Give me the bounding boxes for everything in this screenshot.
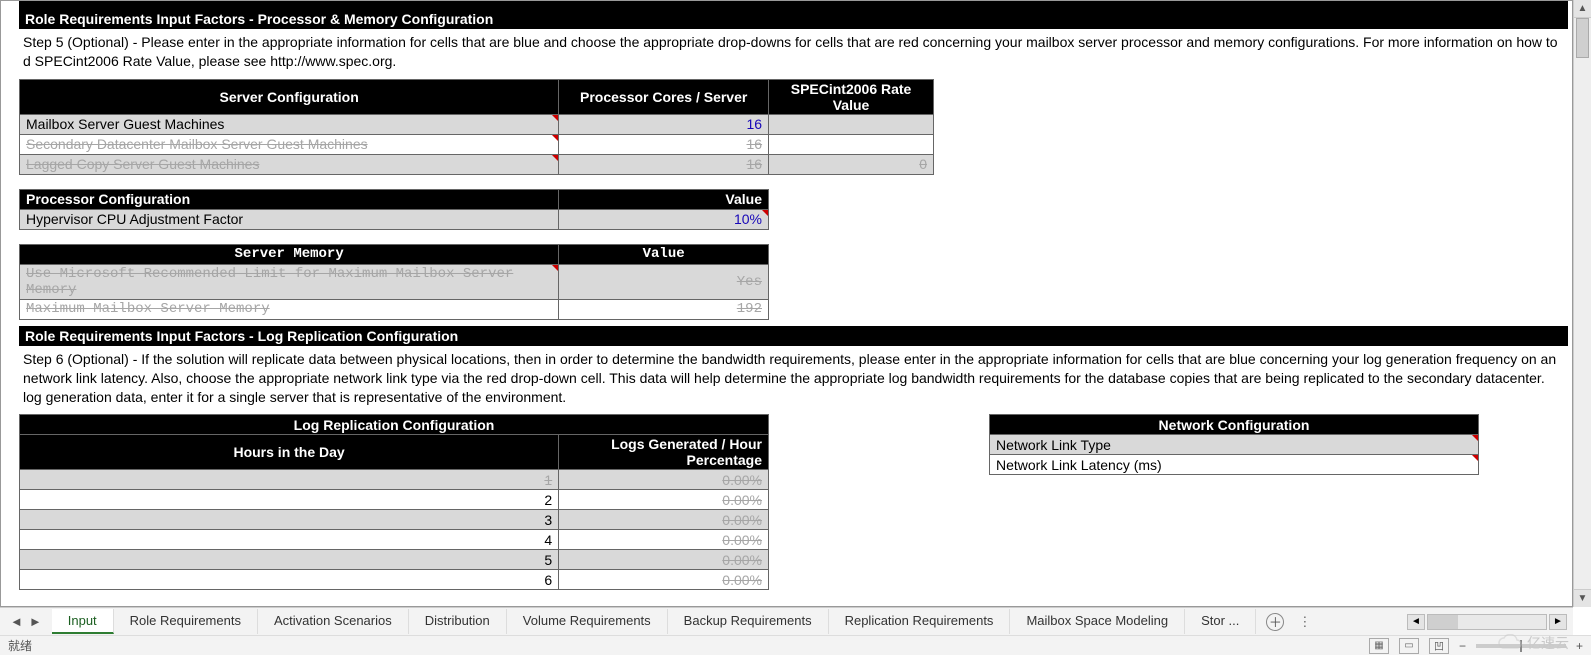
sheet-tab[interactable]: Distribution [409,609,507,634]
table-title: Log Replication Configuration [20,415,769,435]
sheet-tab[interactable]: Input [52,609,114,634]
cell-pct[interactable]: 0.00% [559,530,769,550]
hscroll-left-icon[interactable]: ◄ [1407,614,1425,630]
col-header: Logs Generated / Hour Percentage [559,435,769,470]
log-replication-table: Log Replication Configuration Hours in t… [19,414,769,590]
cell-label[interactable]: Maximum Mailbox Server Memory [20,299,559,319]
cell-value[interactable]: Yes [559,264,769,299]
cell-hour[interactable]: 5 [20,550,559,570]
section-header-log-repl: Role Requirements Input Factors - Log Re… [19,326,1568,346]
view-page-layout-icon[interactable]: ▭ [1399,638,1419,654]
tab-nav: ◄ ► [0,614,52,629]
hscroll-thumb[interactable] [1428,615,1458,629]
cell-cores[interactable]: 16 [559,134,769,154]
section-desc-log-repl: Step 6 (Optional) - If the solution will… [19,346,1568,415]
cell-hour[interactable]: 4 [20,530,559,550]
sheet-tab[interactable]: Activation Scenarios [258,609,409,634]
tab-overflow-icon[interactable]: ⋮ [1298,614,1313,630]
zoom-out-button[interactable]: − [1459,639,1466,653]
hscroll-right-icon[interactable]: ► [1549,614,1567,630]
cell-hour[interactable]: 1 [20,470,559,490]
cell-pct[interactable]: 0.00% [559,570,769,590]
cell-spec[interactable] [769,114,934,134]
sheet-tab[interactable]: Mailbox Space Modeling [1010,609,1185,634]
status-bar: 就绪 ▦ ▭ 凹 − + [0,635,1591,655]
cell-value[interactable]: 192 [559,299,769,319]
cell-spec[interactable]: 0 [769,154,934,174]
col-header: Processor Configuration [20,189,559,209]
section-header-proc-mem: Role Requirements Input Factors - Proces… [19,9,1568,29]
cell-hour[interactable]: 2 [20,490,559,510]
section-desc-proc-mem: Step 5 (Optional) - Please enter in the … [19,29,1568,79]
col-header: Value [559,189,769,209]
cell-label[interactable]: Use Microsoft Recommended Limit for Maxi… [20,264,559,299]
cell-pct[interactable]: 0.00% [559,550,769,570]
divider [19,1,1568,9]
sheet-tab[interactable]: Stor ... [1185,609,1256,634]
cell-label[interactable]: Secondary Datacenter Mailbox Server Gues… [20,134,559,154]
cell-cores[interactable]: 16 [559,114,769,134]
hscroll-track[interactable] [1427,614,1547,630]
cell-pct[interactable]: 0.00% [559,490,769,510]
zoom-in-button[interactable]: + [1576,639,1583,653]
worksheet-viewport: Role Requirements Input Factors - Proces… [0,0,1573,607]
cell-value[interactable]: 10% [559,209,769,229]
scroll-up-icon[interactable]: ▲ [1574,0,1591,18]
col-header: Server Configuration [20,79,559,114]
col-header: SPECint2006 Rate Value [769,79,934,114]
table-title: Network Configuration [990,415,1479,435]
sheet-tab[interactable]: Role Requirements [114,609,258,634]
zoom-slider[interactable] [1476,644,1566,648]
cell-label[interactable]: Mailbox Server Guest Machines [20,114,559,134]
scroll-down-icon[interactable]: ▼ [1574,589,1591,607]
cell-cores[interactable]: 16 [559,154,769,174]
network-config-table: Network Configuration Network Link Type … [989,414,1479,475]
horizontal-scrollbar[interactable]: ◄ ► [1407,614,1573,630]
col-header: Value [559,244,769,264]
sheet-tab-strip: ◄ ► InputRole RequirementsActivation Sce… [0,607,1573,635]
scroll-track[interactable] [1574,18,1591,589]
sheet-tab[interactable]: Replication Requirements [829,609,1011,634]
vertical-scrollbar[interactable]: ▲ ▼ [1573,0,1591,607]
server-memory-table: Server Memory Value Use Microsoft Recomm… [19,244,769,320]
new-sheet-button[interactable]: ＋ [1266,613,1284,631]
cell-hour[interactable]: 3 [20,510,559,530]
cell-pct[interactable]: 0.00% [559,470,769,490]
server-config-table: Server Configuration Processor Cores / S… [19,79,934,175]
scroll-thumb[interactable] [1576,18,1589,58]
view-page-break-icon[interactable]: 凹 [1429,638,1449,654]
view-normal-icon[interactable]: ▦ [1369,638,1389,654]
cell-label[interactable]: Hypervisor CPU Adjustment Factor [20,209,559,229]
cell-pct[interactable]: 0.00% [559,510,769,530]
col-header: Processor Cores / Server [559,79,769,114]
col-header: Hours in the Day [20,435,559,470]
sheet-tab[interactable]: Volume Requirements [507,609,668,634]
cell-label[interactable]: Network Link Latency (ms) [990,455,1479,475]
cell-spec[interactable] [769,134,934,154]
sheet-tab[interactable]: Backup Requirements [668,609,829,634]
tab-prev-icon[interactable]: ◄ [10,614,23,629]
cell-label[interactable]: Lagged Copy Server Guest Machines [20,154,559,174]
processor-config-table: Processor Configuration Value Hypervisor… [19,189,769,230]
cell-label[interactable]: Network Link Type [990,435,1479,455]
tab-next-icon[interactable]: ► [29,614,42,629]
cell-hour[interactable]: 6 [20,570,559,590]
col-header: Server Memory [20,244,559,264]
status-ready: 就绪 [8,637,32,654]
